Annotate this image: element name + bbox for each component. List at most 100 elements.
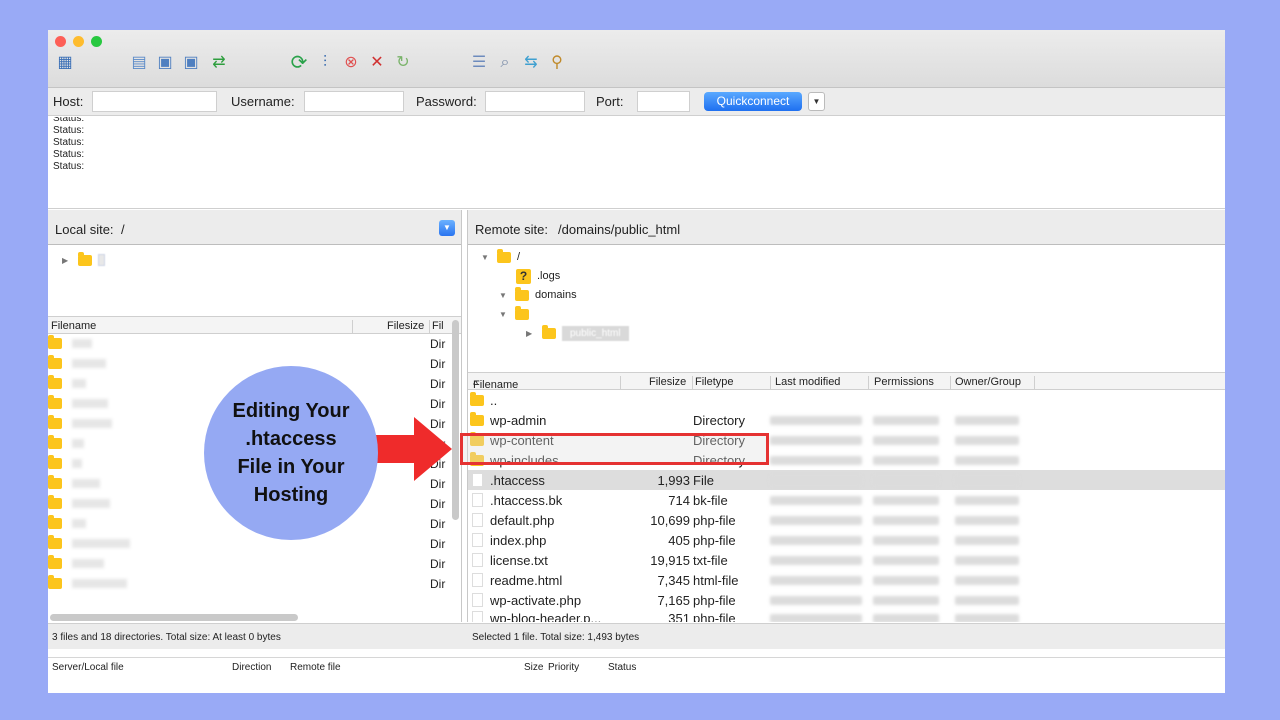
filter-icon[interactable]: ⫶: [314, 52, 336, 74]
list-item[interactable]: Dir: [48, 553, 448, 573]
chevron-down-icon[interactable]: ▼: [439, 220, 455, 236]
local-path-input[interactable]: /: [121, 222, 125, 237]
site-manager-icon[interactable]: ▦: [54, 52, 76, 74]
col-size[interactable]: Size: [524, 662, 543, 673]
col-remote-file[interactable]: Remote file: [290, 662, 341, 673]
list-item[interactable]: Dir: [48, 573, 448, 593]
col-direction[interactable]: Direction: [232, 662, 271, 673]
folder-icon: [48, 575, 62, 589]
remote-site-bar: Remote site: /domains/public_html: [468, 210, 1225, 245]
folder-icon: [470, 412, 484, 426]
col-filename[interactable]: Filename: [51, 320, 96, 332]
list-item[interactable]: Dir: [48, 533, 448, 553]
col-server-local-file[interactable]: Server/Local file: [52, 662, 124, 673]
log-line: Status:: [53, 137, 85, 148]
find-files-icon[interactable]: ⚲: [546, 52, 568, 74]
table-row[interactable]: readme.html 7,345 html-file: [468, 570, 1225, 590]
remote-status-text: Selected 1 file. Total size: 1,493 bytes: [472, 632, 640, 643]
log-line: Status:: [53, 149, 85, 160]
toggle-log-icon[interactable]: ▤: [128, 52, 150, 74]
refresh-icon[interactable]: ⟳: [288, 52, 310, 74]
status-bar: 3 files and 18 directories. Total size: …: [48, 623, 1225, 649]
quickconnect-button[interactable]: Quickconnect: [704, 92, 802, 111]
col-priority[interactable]: Priority: [548, 662, 579, 673]
table-row[interactable]: wp-admin Directory: [468, 410, 1225, 430]
expand-icon[interactable]: ▶: [62, 256, 72, 265]
reconnect-icon[interactable]: ↻: [392, 52, 414, 74]
col-filesize[interactable]: Filesize: [387, 320, 424, 332]
sync-browse-icon[interactable]: ⇆: [520, 52, 542, 74]
username-label: Username:: [231, 94, 295, 109]
table-row[interactable]: index.php 405 php-file: [468, 530, 1225, 550]
collapse-icon[interactable]: ▼: [499, 310, 509, 319]
minimize-window-button[interactable]: [73, 36, 84, 47]
quickconnect-dropdown[interactable]: ▼: [808, 92, 825, 111]
col-filesize[interactable]: Filesize: [649, 376, 686, 388]
close-window-button[interactable]: [55, 36, 66, 47]
toggle-tree-icon[interactable]: ▣: [154, 52, 176, 74]
log-line: Status:: [53, 161, 85, 172]
col-status[interactable]: Status: [608, 662, 636, 673]
col-owner-group[interactable]: Owner/Group: [955, 376, 1021, 388]
file-icon: [472, 573, 483, 587]
transfer-queue-icon[interactable]: ⇄: [208, 52, 230, 74]
table-row[interactable]: ..: [468, 390, 1225, 410]
table-row[interactable]: license.txt 19,915 txt-file: [468, 550, 1225, 570]
col-filetype[interactable]: Fil: [432, 320, 444, 332]
tree-item-public-html[interactable]: ▶ public_html: [526, 324, 629, 342]
list-item[interactable]: Dir: [48, 333, 448, 353]
file-icon: [472, 553, 483, 567]
file-icon: [472, 473, 483, 487]
tree-item-domain[interactable]: ▼: [499, 305, 529, 323]
compare-icon[interactable]: ☰: [468, 52, 490, 74]
toggle-remote-tree-icon[interactable]: ▣: [180, 52, 202, 74]
quickconnect-bar: Host: Username: Password: Port: Quickcon…: [48, 88, 1225, 116]
file-icon: [472, 593, 483, 607]
table-row[interactable]: .htaccess.bk 714 bk-file: [468, 490, 1225, 510]
tree-item-root[interactable]: ▼ /: [481, 248, 520, 266]
folder-icon: [497, 248, 511, 263]
password-label: Password:: [416, 94, 477, 109]
file-icon: [472, 611, 483, 622]
collapse-icon[interactable]: ▼: [499, 291, 509, 300]
table-row[interactable]: wp-blog-header.p... 351 php-file: [468, 608, 1225, 622]
list-item[interactable]: Dir: [48, 353, 448, 373]
folder-icon: [48, 335, 62, 349]
table-row-selected[interactable]: .htaccess 1,993 File: [468, 470, 1225, 490]
username-input[interactable]: [304, 91, 404, 112]
search-icon[interactable]: ⌕: [494, 52, 516, 74]
local-tree-root[interactable]: ▶: [62, 251, 105, 269]
table-row[interactable]: wp-activate.php 7,165 php-file: [468, 590, 1225, 610]
col-last-modified[interactable]: Last modified: [775, 376, 840, 388]
table-row[interactable]: default.php 10,699 php-file: [468, 510, 1225, 530]
folder-icon: [48, 515, 62, 529]
folder-icon: [48, 475, 62, 489]
folder-icon: [48, 415, 62, 429]
folder-icon: [48, 455, 62, 469]
transfer-queue-header: Server/Local file Direction Remote file …: [48, 657, 1225, 677]
remote-path-input[interactable]: /domains/public_html: [558, 222, 680, 237]
zoom-window-button[interactable]: [91, 36, 102, 47]
cancel-icon[interactable]: ⊗: [340, 52, 362, 74]
local-scrollbar-vertical[interactable]: [452, 320, 459, 520]
disconnect-icon[interactable]: ✕: [366, 52, 388, 74]
local-scrollbar-horizontal[interactable]: [50, 614, 298, 621]
password-input[interactable]: [485, 91, 585, 112]
expand-icon[interactable]: ▶: [526, 329, 536, 338]
host-input[interactable]: [92, 91, 217, 112]
callout-circle: Editing Your .htaccess File in Your Host…: [204, 366, 378, 540]
local-status-text: 3 files and 18 directories. Total size: …: [52, 632, 281, 643]
collapse-icon[interactable]: ▼: [481, 253, 491, 262]
file-icon: [472, 513, 483, 527]
tree-item-domains[interactable]: ▼ domains: [499, 286, 577, 304]
file-icon: [472, 533, 483, 547]
folder-icon: [48, 555, 62, 569]
log-line: Status:: [53, 117, 85, 124]
col-permissions[interactable]: Permissions: [874, 376, 934, 388]
blurred-label: [98, 254, 105, 266]
folder-icon: [48, 375, 62, 389]
port-input[interactable]: [637, 91, 690, 112]
tree-item-logs[interactable]: ? .logs: [516, 267, 560, 285]
col-filetype[interactable]: Filetype: [695, 376, 734, 388]
folder-icon: [78, 251, 92, 266]
